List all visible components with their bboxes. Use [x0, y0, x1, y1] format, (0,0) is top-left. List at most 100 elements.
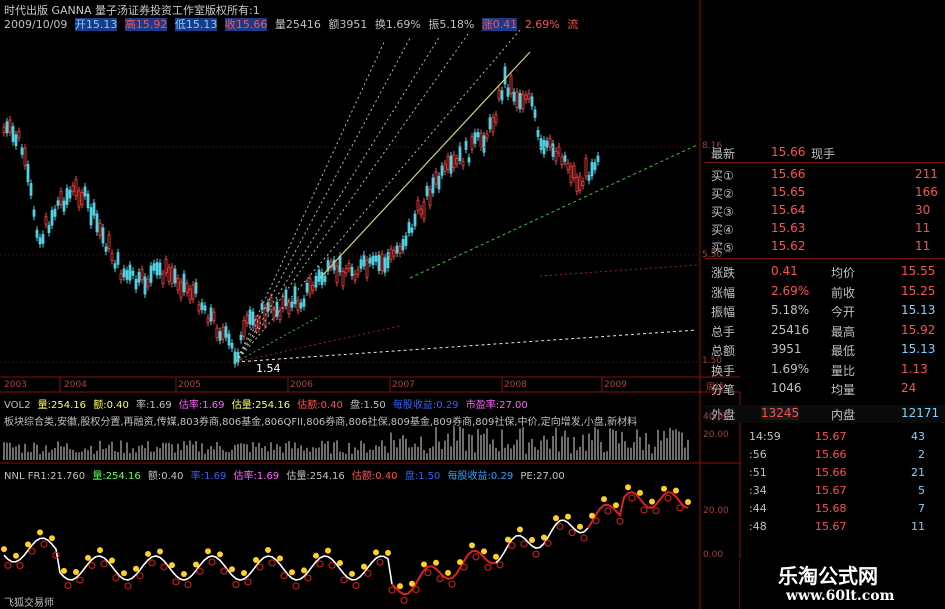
candle-body [380, 253, 384, 272]
candle-body [104, 246, 108, 252]
candle-body [251, 311, 255, 326]
candle-body [245, 314, 249, 324]
candle-body [197, 304, 201, 312]
candle-body [128, 264, 132, 281]
candle-body [305, 282, 309, 293]
signal-dot [433, 559, 439, 566]
signal-dot [145, 550, 151, 557]
candle-body [32, 209, 36, 217]
candle-body [371, 255, 375, 266]
candle-body [302, 298, 306, 307]
signal-dot [673, 487, 679, 494]
signal-circle [100, 560, 108, 568]
signal-circle [448, 580, 456, 588]
nnl-indicator-line [1, 484, 691, 604]
turnover-value: 换1.69% [374, 18, 421, 31]
candle-body [344, 268, 348, 274]
candle-body [53, 208, 57, 217]
tick-row: :34 15.67 5 [749, 484, 925, 497]
candle-body [425, 186, 429, 197]
gann-fan-line [235, 37, 411, 363]
candle-body [485, 133, 489, 139]
signal-dot [385, 549, 391, 556]
candle-body [11, 126, 15, 142]
signal-dot [337, 559, 343, 566]
candle-body [548, 138, 552, 148]
signal-circle [352, 582, 360, 590]
gann-fan-line [235, 329, 698, 363]
candle-body [26, 164, 30, 183]
signal-dot [481, 548, 487, 555]
candle-body [563, 155, 567, 162]
candle-body [296, 299, 300, 311]
candle-body [212, 311, 216, 321]
candle-body [185, 282, 189, 294]
candle-body [239, 334, 243, 341]
signal-circle [532, 550, 540, 558]
latest-row: 最新 15.66 现手 [711, 145, 836, 161]
signal-dot [241, 570, 247, 577]
candle-body [89, 207, 93, 226]
candle-body [443, 163, 447, 172]
signal-dot [313, 552, 319, 559]
signal-circle [544, 539, 552, 547]
candle-body [479, 132, 483, 148]
candle-body [209, 307, 213, 322]
signal-circle [640, 506, 648, 514]
candle-body [524, 94, 528, 101]
volume-bars [3, 426, 689, 460]
nnl-axis-label: 0.00 [703, 550, 724, 560]
candle-body [515, 91, 519, 108]
candle-body [410, 227, 414, 233]
candle-body [596, 155, 600, 163]
signal-dot [49, 535, 55, 542]
signal-dot [469, 542, 475, 549]
gann-fan-line [235, 325, 401, 363]
low-price-label: 1.54 [256, 362, 281, 375]
candle-body [545, 140, 549, 148]
signal-dot [61, 567, 67, 574]
open-value: 开15.13 [74, 18, 118, 31]
signal-dot [1, 546, 7, 553]
signal-circle [292, 582, 300, 590]
candle-body [461, 161, 465, 167]
candle-body [488, 117, 492, 130]
candle-body [14, 134, 18, 147]
signal-dot [181, 570, 187, 577]
signal-dot [97, 547, 103, 554]
signal-circle [208, 558, 216, 566]
signal-circle [388, 586, 396, 594]
candle-body [482, 135, 486, 153]
signal-dot [265, 547, 271, 554]
signal-circle [28, 547, 36, 555]
candle-body [182, 273, 186, 293]
candle-body [47, 224, 51, 233]
candle-body [404, 235, 408, 246]
watermark-title: 乐淘公式网 [778, 564, 878, 588]
candle-body [248, 309, 252, 325]
candle-body [338, 255, 342, 273]
candle-body [530, 96, 534, 107]
candle-body [86, 193, 90, 209]
vol2-indicator-bar: VOL2 量:254.16 额:0.40 率:1.69 估率:1.69 估量:2… [4, 400, 528, 411]
candle-body [170, 266, 174, 284]
low-value: 低15.13 [174, 18, 218, 31]
candle-body [83, 186, 87, 197]
date-label: 2009/10/09 [4, 18, 68, 31]
signal-circle [664, 494, 672, 502]
candle-body [476, 132, 480, 138]
signal-circle [340, 576, 348, 584]
signal-dot [613, 502, 619, 509]
signal-circle [160, 563, 168, 571]
candle-body [131, 270, 135, 276]
signal-dot [109, 557, 115, 564]
close-value: 收15.66 [224, 18, 268, 31]
signal-circle [616, 517, 624, 525]
gann-fan-line [235, 33, 469, 363]
candle-body [383, 257, 387, 273]
candle-body [5, 121, 9, 134]
candle-body [320, 271, 324, 285]
signal-circle [604, 507, 612, 515]
candle-body [350, 267, 354, 277]
candle-body [389, 248, 393, 260]
